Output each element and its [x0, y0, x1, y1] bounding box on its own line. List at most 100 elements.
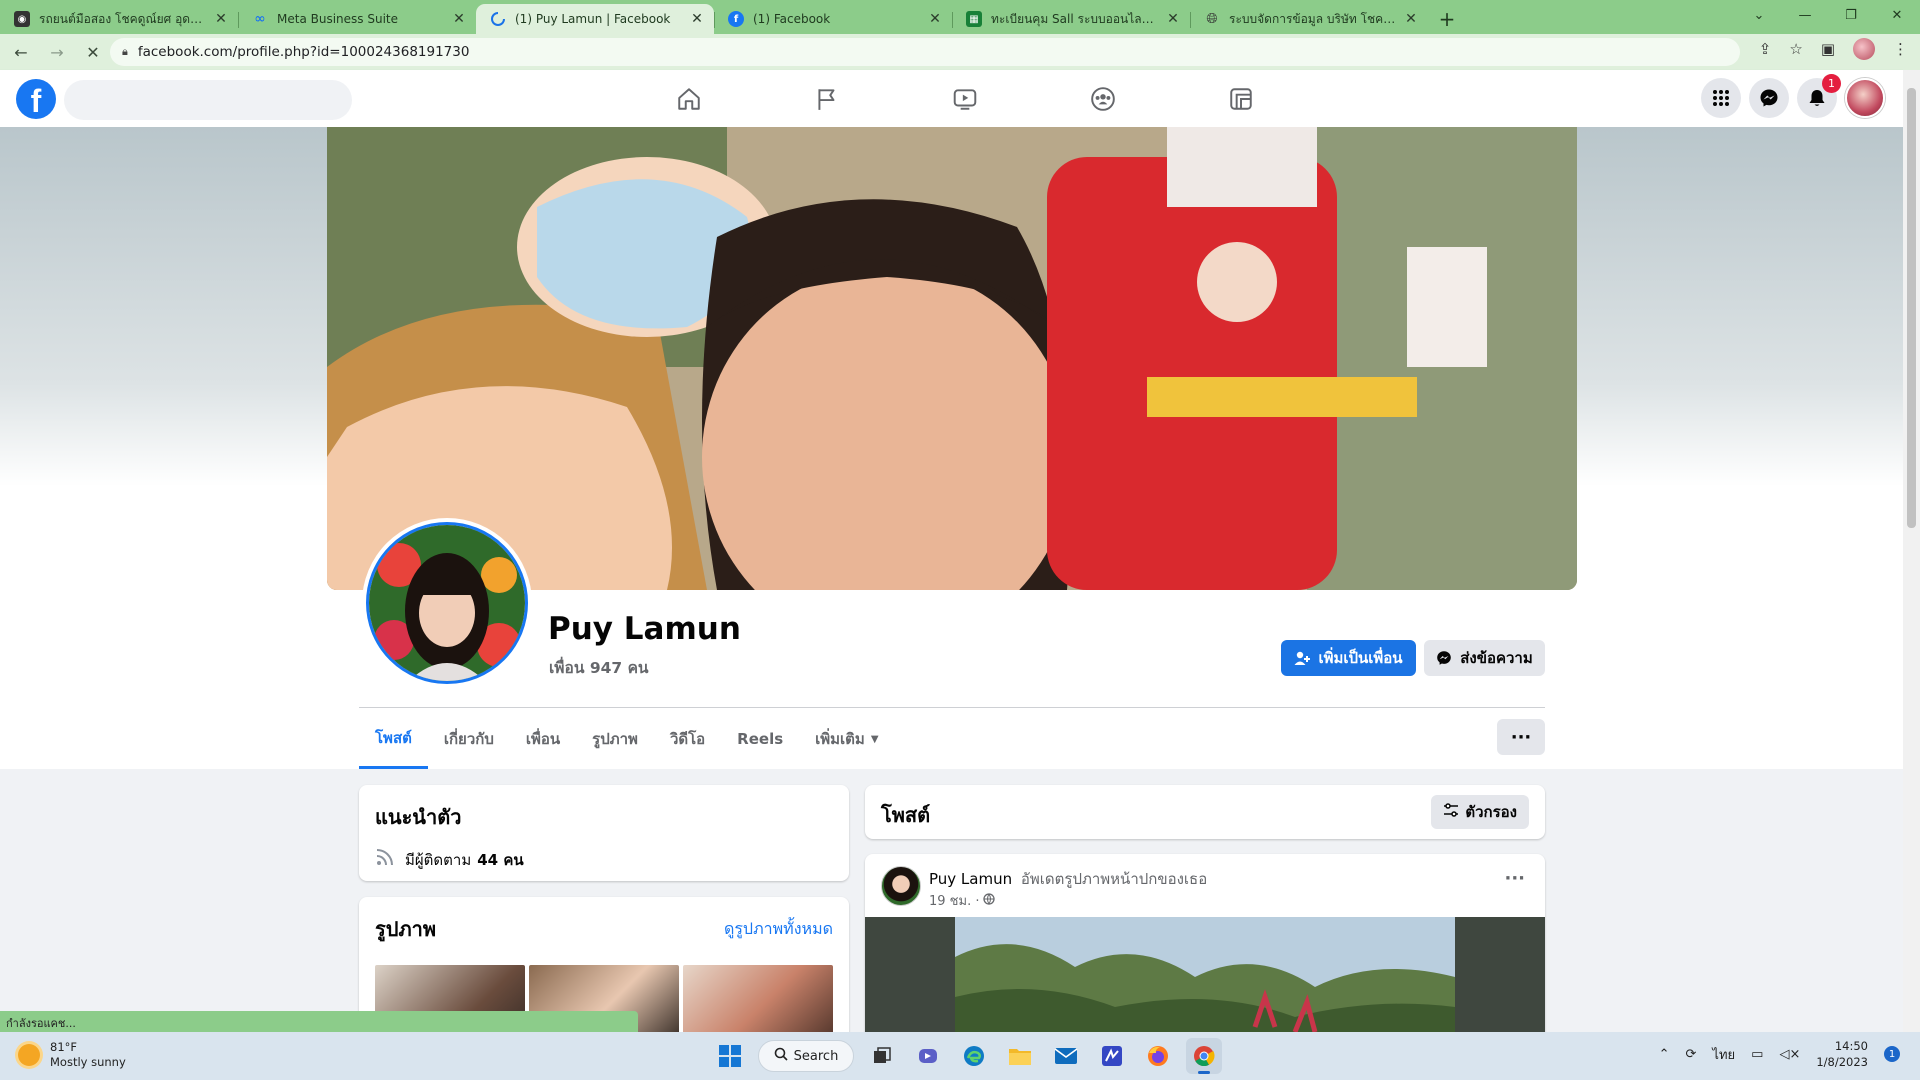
firefox-icon[interactable]	[1140, 1038, 1176, 1074]
task-view-icon[interactable]	[864, 1038, 900, 1074]
weather-widget[interactable]: 81°F Mostly sunny	[18, 1040, 126, 1070]
gaming-icon[interactable]	[1172, 70, 1310, 127]
pages-flag-icon[interactable]	[758, 70, 896, 127]
profile-tabs: โพสต์ เกี่ยวกับ เพื่อน รูปภาพ วิดีโอ Ree…	[359, 709, 895, 769]
back-arrow-icon[interactable]: ←	[6, 37, 36, 67]
tray-overflow-chevron-icon[interactable]: ⌃	[1659, 1047, 1670, 1062]
send-message-button[interactable]: ส่งข้อความ	[1424, 640, 1545, 676]
menu-grid-icon[interactable]	[1701, 78, 1741, 118]
add-friend-label: เพิ่มเป็นเพื่อน	[1318, 649, 1403, 667]
close-window-icon[interactable]: ✕	[1874, 0, 1920, 30]
taskbar-search-button[interactable]: Search	[758, 1040, 854, 1072]
tab-search-icon[interactable]: ⌄	[1736, 0, 1782, 30]
sync-icon[interactable]: ⟳	[1686, 1047, 1697, 1062]
teams-chat-icon[interactable]	[910, 1038, 946, 1074]
tab-more-label: เพิ่มเติม	[815, 730, 865, 748]
network-icon[interactable]: ▭	[1751, 1047, 1763, 1062]
new-tab-button[interactable]: +	[1432, 4, 1462, 34]
taskbar-pinned-apps: Search	[712, 1038, 1222, 1074]
browser-tab[interactable]: ∞ Meta Business Suite ✕	[238, 4, 476, 34]
sunny-weather-icon	[18, 1044, 40, 1066]
browser-tab[interactable]: f (1) Facebook ✕	[714, 4, 952, 34]
site-favicon-icon: ◉	[14, 11, 30, 27]
notification-center-badge[interactable]: 1	[1884, 1046, 1900, 1062]
browser-tab-active[interactable]: (1) Puy Lamun | Facebook ✕	[476, 4, 714, 34]
tab-friends[interactable]: เพื่อน	[510, 709, 576, 769]
browser-tab[interactable]: 🌐︎ ระบบจัดการข้อมูล บริษัท โชคดูณ์ยศ ✕	[1190, 4, 1428, 34]
watch-video-icon[interactable]	[896, 70, 1034, 127]
post-timestamp[interactable]: 19 ชม. ·	[929, 890, 979, 911]
friends-count[interactable]: เพื่อน 947 คน	[549, 655, 649, 680]
filter-button[interactable]: ตัวกรอง	[1431, 795, 1529, 829]
caret-down-icon: ▼	[870, 733, 879, 745]
messenger-icon[interactable]	[1749, 78, 1789, 118]
close-tab-icon[interactable]: ✕	[690, 11, 704, 27]
close-tab-icon[interactable]: ✕	[928, 11, 942, 27]
tab-posts[interactable]: โพสต์	[359, 709, 428, 769]
post-options-icon[interactable]: ···	[1504, 868, 1525, 889]
facebook-search-input[interactable]	[64, 80, 352, 120]
side-panel-icon[interactable]: ▣	[1821, 40, 1835, 58]
account-avatar[interactable]	[1845, 78, 1885, 118]
restore-icon[interactable]: ❐	[1828, 0, 1874, 30]
tab-photos[interactable]: รูปภาพ	[576, 709, 654, 769]
close-tab-icon[interactable]: ✕	[214, 11, 228, 27]
post-image[interactable]	[865, 917, 1545, 1032]
see-all-photos-link[interactable]: ดูรูปภาพทั้งหมด	[724, 917, 833, 942]
lock-icon[interactable]: 🔒︎	[122, 45, 128, 59]
photos-title: รูปภาพ	[375, 917, 437, 941]
groups-icon[interactable]	[1034, 70, 1172, 127]
filter-label: ตัวกรอง	[1465, 803, 1517, 821]
address-bar[interactable]: 🔒︎ facebook.com/profile.php?id=100024368…	[110, 38, 1740, 66]
page-scrollbar[interactable]	[1903, 70, 1920, 1032]
chrome-menu-icon[interactable]: ⋮	[1893, 40, 1908, 58]
minimize-icon[interactable]: —	[1782, 0, 1828, 30]
app-icon[interactable]	[1094, 1038, 1130, 1074]
chrome-icon[interactable]	[1186, 1038, 1222, 1074]
browser-tab[interactable]: ◉ รถยนต์มือสอง โชคดูณ์ยศ อุดรธานี ✕	[0, 4, 238, 34]
close-tab-icon[interactable]: ✕	[1166, 11, 1180, 27]
volume-icon[interactable]: ◁×	[1779, 1047, 1800, 1062]
taskbar-search-label: Search	[793, 1048, 839, 1064]
windows-start-icon[interactable]	[712, 1038, 748, 1074]
intro-title: แนะนำตัว	[375, 805, 462, 829]
chrome-profile-avatar[interactable]	[1853, 38, 1875, 60]
photo-thumbnail[interactable]	[683, 965, 833, 1032]
followers-count[interactable]: 44 คน	[477, 848, 523, 872]
weather-temperature: 81°F	[50, 1040, 77, 1054]
add-friend-button[interactable]: เพิ่มเป็นเพื่อน	[1281, 640, 1416, 676]
window-controls: ⌄ — ❐ ✕	[1736, 0, 1920, 30]
tab-title: ระบบจัดการข้อมูล บริษัท โชคดูณ์ยศ	[1229, 11, 1398, 26]
edge-browser-icon[interactable]	[956, 1038, 992, 1074]
file-explorer-icon[interactable]	[1002, 1038, 1038, 1074]
tab-more[interactable]: เพิ่มเติม ▼	[799, 709, 894, 769]
system-tray: ⌃ ⟳ ไทย ▭ ◁× 14:50 1/8/2023 1	[1659, 1038, 1900, 1070]
stop-loading-icon[interactable]: ✕	[78, 37, 108, 67]
share-icon[interactable]: ⇪	[1759, 40, 1772, 58]
notifications-bell-icon[interactable]: 1	[1797, 74, 1841, 118]
scrollbar-thumb[interactable]	[1907, 88, 1916, 528]
input-language[interactable]: ไทย	[1712, 1044, 1735, 1065]
post-author-name[interactable]: Puy Lamun	[929, 870, 1012, 888]
clock-date: 1/8/2023	[1816, 1055, 1868, 1069]
forward-arrow-icon[interactable]: →	[42, 37, 72, 67]
facebook-logo-icon[interactable]: f	[16, 79, 56, 119]
profile-picture[interactable]	[362, 518, 532, 688]
browser-status-bar: กำลังรอแคช...	[0, 1011, 638, 1032]
tab-title: (1) Puy Lamun | Facebook	[515, 12, 671, 26]
home-icon[interactable]	[620, 70, 758, 127]
taskbar-clock[interactable]: 14:50 1/8/2023	[1816, 1038, 1868, 1070]
tab-videos[interactable]: วิดีโอ	[654, 709, 721, 769]
close-tab-icon[interactable]: ✕	[1404, 11, 1418, 27]
close-tab-icon[interactable]: ✕	[452, 11, 466, 27]
post-author-avatar[interactable]	[881, 866, 921, 906]
cover-photo[interactable]	[327, 127, 1577, 590]
browser-tab[interactable]: ▦ ทะเบียนคุม Sall ระบบออนไลน์.xlsx - G ✕	[952, 4, 1190, 34]
tab-reels[interactable]: Reels	[721, 709, 799, 769]
mail-icon[interactable]	[1048, 1038, 1084, 1074]
tab-about[interactable]: เกี่ยวกับ	[428, 709, 510, 769]
profile-more-options-button[interactable]: ···	[1497, 719, 1545, 755]
bookmark-star-icon[interactable]: ☆	[1789, 40, 1802, 58]
weather-description: Mostly sunny	[50, 1055, 126, 1069]
tab-title: (1) Facebook	[753, 12, 831, 26]
